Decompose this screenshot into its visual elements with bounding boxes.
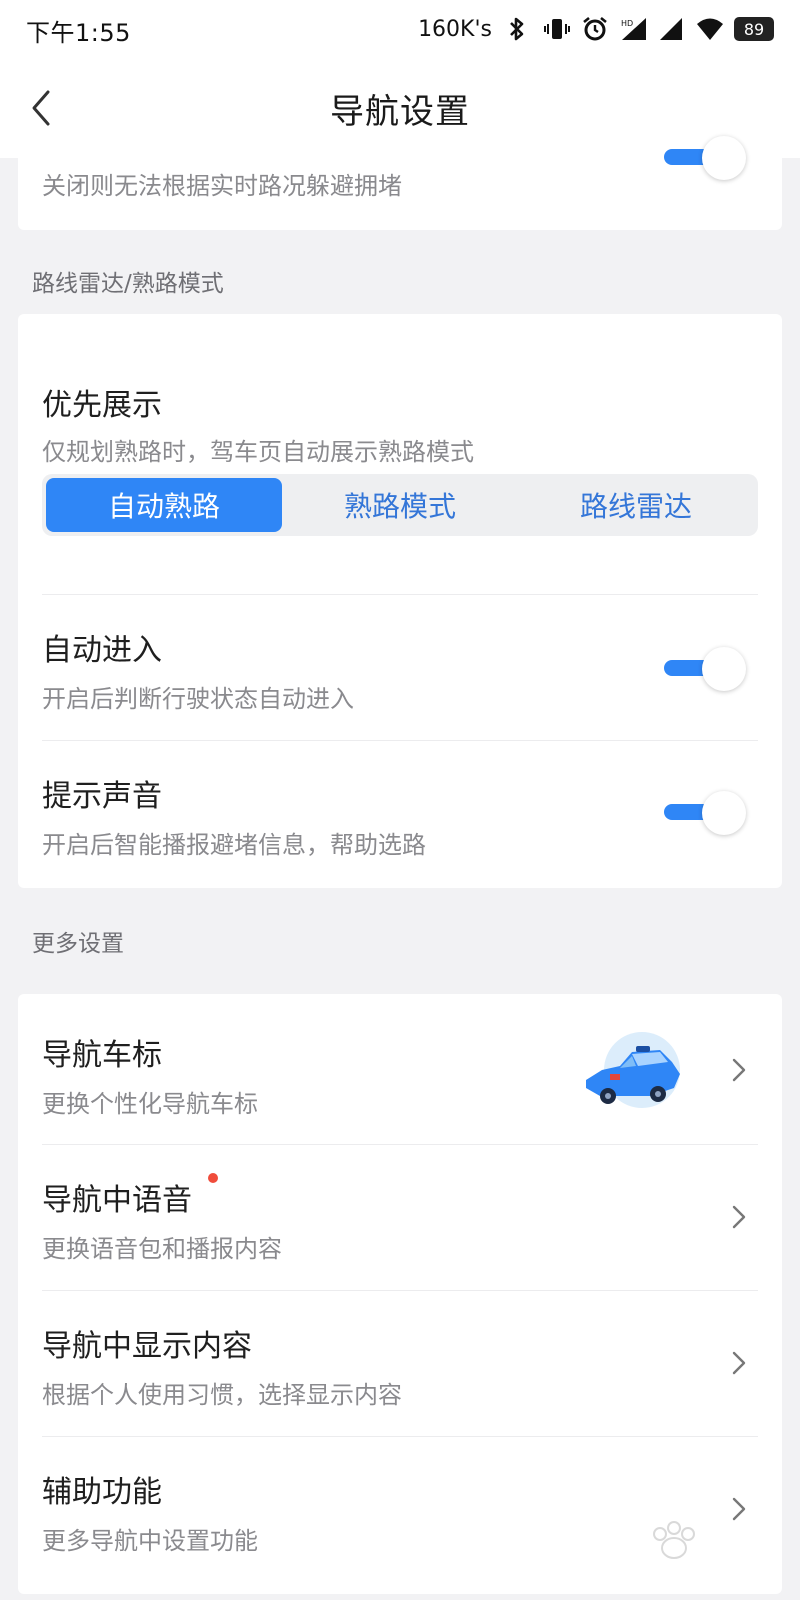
- network-speed: 160K's: [418, 16, 492, 42]
- toggle-knob: [702, 791, 746, 835]
- accessibility-subtitle: 更多导航中设置功能: [42, 1527, 258, 1555]
- vibrate-icon: [544, 16, 570, 42]
- nav-voice-subtitle: 更换语音包和播报内容: [42, 1235, 282, 1263]
- priority-subtitle: 仅规划熟路时，驾车页自动展示熟路模式: [42, 438, 474, 466]
- priority-title: 优先展示: [42, 388, 162, 423]
- auto-enter-title: 自动进入: [42, 633, 162, 668]
- bluetooth-icon: [506, 16, 532, 42]
- section-label-route-radar: 路线雷达/熟路模式: [32, 271, 224, 297]
- nav-display-row[interactable]: 导航中显示内容 根据个人使用习惯，选择显示内容: [18, 1291, 782, 1436]
- sound-subtitle: 开启后智能播报避堵信息，帮助选路: [42, 831, 426, 859]
- chevron-right-icon: [730, 1056, 748, 1084]
- sound-title: 提示声音: [42, 779, 162, 814]
- chevron-right-icon: [730, 1349, 748, 1377]
- traffic-avoid-subtitle: 关闭则无法根据实时路况躲避拥堵: [42, 172, 402, 200]
- segment-familiar-mode[interactable]: 熟路模式: [282, 478, 518, 532]
- status-bar: 下午1:55 160K's HD 89: [0, 0, 800, 58]
- sound-toggle[interactable]: [664, 791, 746, 835]
- nav-voice-title: 导航中语音: [42, 1183, 192, 1218]
- status-indicators: 160K's HD 89: [418, 13, 774, 45]
- signal-icon: [658, 16, 684, 42]
- navigation-settings-page: 下午1:55 160K's HD 89 导航设置 关闭则无法根据实时路况躲避拥堵…: [0, 0, 800, 1600]
- toggle-knob: [702, 647, 746, 691]
- nav-car-icon-row[interactable]: 导航车标 更换个性化导航车标: [18, 994, 782, 1144]
- more-settings-card: 导航车标 更换个性化导航车标 导航中语音 更换语音包和播报内容 导航中显示内容 …: [18, 994, 782, 1594]
- nav-car-icon-title: 导航车标: [42, 1038, 162, 1073]
- nav-display-subtitle: 根据个人使用习惯，选择显示内容: [42, 1381, 402, 1409]
- new-badge-dot: [208, 1173, 218, 1183]
- auto-enter-row: 自动进入 开启后判断行驶状态自动进入: [18, 595, 782, 740]
- page-title: 导航设置: [330, 92, 470, 132]
- chevron-right-icon: [730, 1203, 748, 1231]
- nav-voice-row[interactable]: 导航中语音 更换语音包和播报内容: [18, 1145, 782, 1290]
- nav-car-icon-subtitle: 更换个性化导航车标: [42, 1090, 258, 1118]
- route-radar-card: 优先展示 仅规划熟路时，驾车页自动展示熟路模式 自动熟路 熟路模式 路线雷达 自…: [18, 314, 782, 888]
- alarm-icon: [582, 16, 608, 42]
- section-label-more-settings: 更多设置: [32, 931, 124, 957]
- sound-row: 提示声音 开启后智能播报避堵信息，帮助选路: [18, 741, 782, 886]
- traffic-avoid-toggle[interactable]: [664, 136, 746, 180]
- watermark-logo: [582, 1514, 782, 1574]
- nav-display-title: 导航中显示内容: [42, 1329, 252, 1364]
- svg-text:HD: HD: [621, 19, 633, 28]
- auto-enter-toggle[interactable]: [664, 647, 746, 691]
- signal-hd-icon: HD: [620, 16, 646, 42]
- toggle-knob: [702, 136, 746, 180]
- accessibility-title: 辅助功能: [42, 1475, 162, 1510]
- battery-level: 89: [743, 19, 765, 39]
- battery-icon: 89: [734, 17, 774, 41]
- priority-segmented-control: 自动熟路 熟路模式 路线雷达: [42, 474, 758, 536]
- car-icon-thumbnail: [580, 1030, 690, 1114]
- segment-route-radar[interactable]: 路线雷达: [518, 478, 754, 532]
- wifi-icon: [696, 16, 723, 42]
- segment-auto-familiar[interactable]: 自动熟路: [46, 478, 282, 532]
- status-time: 下午1:55: [26, 19, 131, 47]
- traffic-avoid-card: 关闭则无法根据实时路况躲避拥堵: [18, 136, 782, 230]
- auto-enter-subtitle: 开启后判断行驶状态自动进入: [42, 685, 354, 713]
